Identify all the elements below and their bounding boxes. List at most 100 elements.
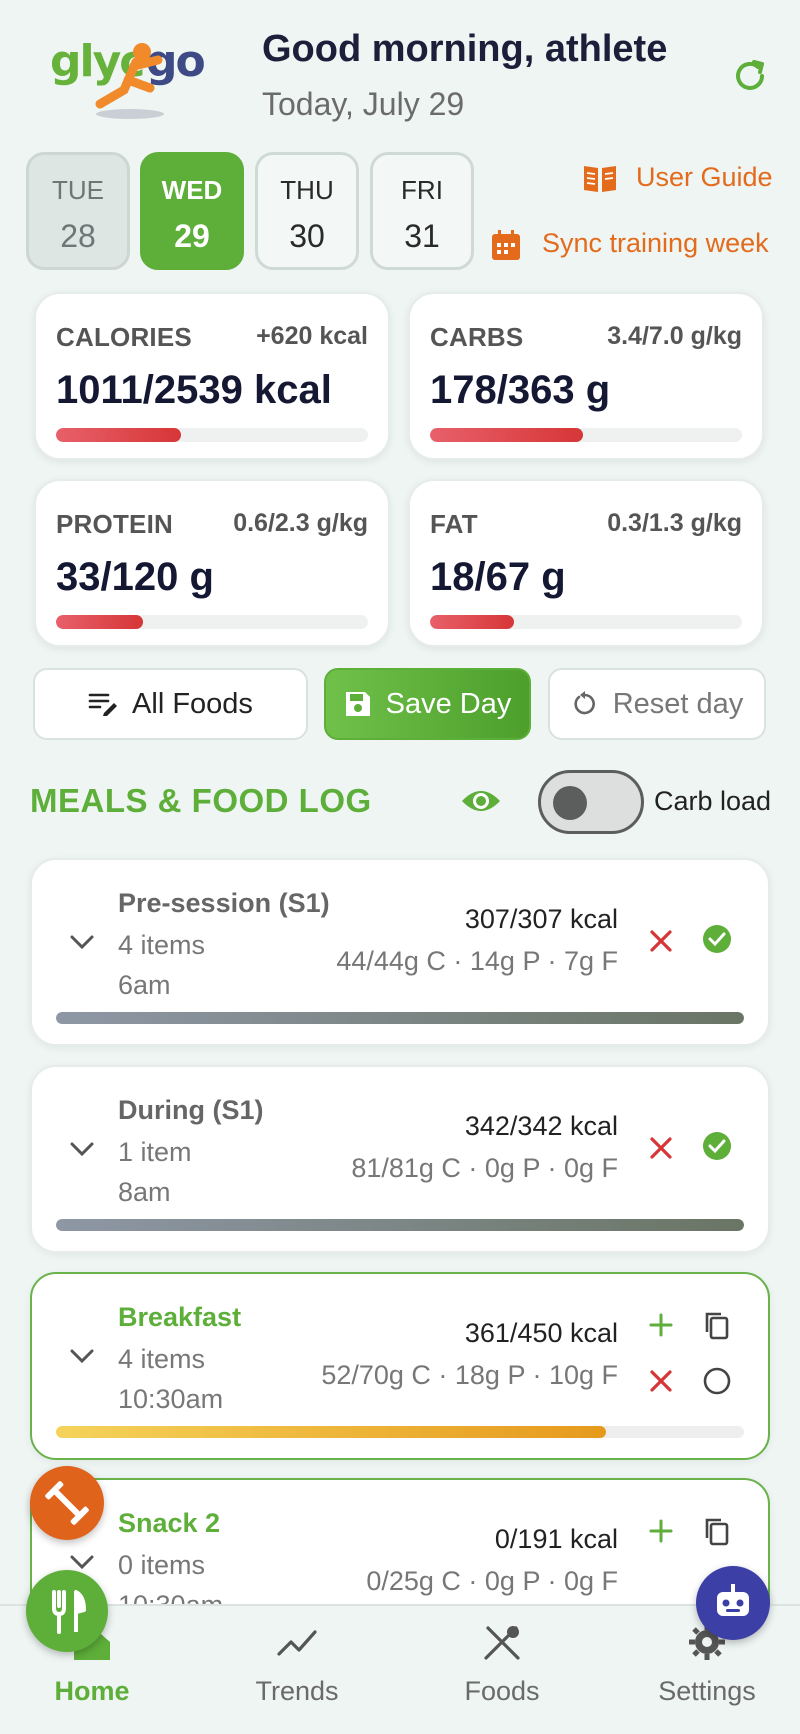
eye-icon[interactable] xyxy=(460,786,502,816)
logo-runner-icon: glyc go xyxy=(50,36,206,119)
refresh-icon[interactable] xyxy=(730,56,770,96)
list-edit-icon xyxy=(88,693,118,716)
stat-ratio: 3.4/7.0 g/kg xyxy=(607,322,742,350)
day-tab-fri[interactable]: FRI 31 xyxy=(370,152,474,270)
meal-kcal: 361/450 kcal xyxy=(464,1318,618,1348)
carb-load-label: Carb load xyxy=(654,786,772,816)
day-tab-thu[interactable]: THU 30 xyxy=(255,152,359,270)
user-guide-link[interactable]: User Guide xyxy=(636,162,773,193)
day-tab-wed[interactable]: WED 29 xyxy=(140,152,244,270)
day-name: FRI xyxy=(401,175,443,205)
day-name: WED xyxy=(161,175,223,205)
progress-fill xyxy=(56,615,144,629)
chevron-down-icon[interactable] xyxy=(68,1346,96,1366)
close-icon[interactable] xyxy=(646,1366,676,1396)
meal-kcal: 307/307 kcal xyxy=(464,904,618,934)
add-food-fab[interactable] xyxy=(26,1570,108,1652)
reset-icon xyxy=(574,691,595,715)
meal-item-count: 1 item xyxy=(118,1137,192,1167)
utensils-crossed-icon xyxy=(484,1626,520,1660)
progress-track xyxy=(430,615,742,629)
chevron-down-icon[interactable] xyxy=(68,1552,96,1572)
chevron-down-icon[interactable] xyxy=(68,1139,96,1159)
day-name: TUE xyxy=(52,175,104,205)
meal-item-count: 0 items xyxy=(118,1550,206,1580)
meal-time: 6am xyxy=(118,970,171,1000)
meal-card-pre-session[interactable]: Pre-session (S1) 4 items 6am 307/307 kca… xyxy=(30,858,770,1046)
day-tab-tue[interactable]: TUE 28 xyxy=(26,152,130,270)
check-circle-icon[interactable] xyxy=(702,924,732,954)
date-subtitle: Today, July 29 xyxy=(262,86,465,122)
assistant-bot-fab[interactable] xyxy=(696,1566,770,1640)
close-icon[interactable] xyxy=(646,1133,676,1163)
stat-label: CALORIES xyxy=(56,322,192,352)
check-circle-icon[interactable] xyxy=(702,1131,732,1161)
close-icon[interactable] xyxy=(646,926,676,956)
meal-name: Snack 2 xyxy=(118,1508,221,1538)
day-number: 28 xyxy=(60,218,96,254)
calories-card: CALORIES +620 kcal 1011/2539 kcal xyxy=(34,292,390,460)
meal-card-breakfast[interactable]: Breakfast 4 items 10:30am 361/450 kcal 5… xyxy=(30,1272,770,1460)
carbs-card: CARBS 3.4/7.0 g/kg 178/363 g xyxy=(408,292,764,460)
plus-icon[interactable] xyxy=(646,1310,676,1340)
meal-kcal: 342/342 kcal xyxy=(464,1111,618,1141)
nav-trends[interactable]: Trends xyxy=(197,1606,397,1707)
day-number: 29 xyxy=(174,218,210,254)
progress-track xyxy=(56,428,368,442)
meal-macros: 0/25g C · 0g P · 0g F xyxy=(366,1566,618,1596)
app-logo: glyc go xyxy=(50,30,222,122)
stat-value: 33/120 g xyxy=(56,555,214,599)
empty-circle-icon[interactable] xyxy=(702,1366,732,1396)
dumbbell-icon xyxy=(45,1481,89,1525)
progress-fill xyxy=(430,615,515,629)
stat-ratio: 0.3/1.3 g/kg xyxy=(607,509,742,537)
stat-ratio: +620 kcal xyxy=(256,322,368,350)
meal-progress-track xyxy=(56,1426,744,1438)
progress-track xyxy=(56,615,368,629)
sync-training-link[interactable]: Sync training week xyxy=(542,228,769,259)
meal-progress-fill xyxy=(56,1012,744,1024)
meals-section-title: MEALS & FOOD LOG xyxy=(30,782,372,819)
meal-name: Pre-session (S1) xyxy=(118,888,330,918)
progress-fill xyxy=(56,428,181,442)
all-foods-label: All Foods xyxy=(132,687,253,720)
protein-card: PROTEIN 0.6/2.3 g/kg 33/120 g xyxy=(34,479,390,647)
stat-value: 18/67 g xyxy=(430,555,566,599)
calendar-icon[interactable] xyxy=(490,228,526,260)
chevron-down-icon[interactable] xyxy=(68,932,96,952)
nav-foods[interactable]: Foods xyxy=(402,1606,602,1707)
fat-card: FAT 0.3/1.3 g/kg 18/67 g xyxy=(408,479,764,647)
nav-label: Home xyxy=(54,1676,130,1706)
fork-knife-icon xyxy=(52,1590,86,1634)
carb-load-toggle[interactable] xyxy=(538,770,644,834)
day-number: 30 xyxy=(289,218,325,254)
trend-line-icon xyxy=(277,1630,317,1656)
meal-time: 8am xyxy=(118,1177,171,1207)
meal-macros: 81/81g C · 0g P · 0g F xyxy=(351,1153,618,1183)
plus-icon[interactable] xyxy=(646,1516,676,1546)
reset-day-button[interactable]: Reset day xyxy=(548,668,766,740)
day-name: THU xyxy=(280,175,334,205)
meal-progress-fill xyxy=(56,1426,607,1438)
progress-fill xyxy=(430,428,583,442)
robot-icon xyxy=(717,1584,749,1616)
copy-icon[interactable] xyxy=(702,1516,732,1546)
stat-value: 178/363 g xyxy=(430,368,611,412)
meal-card-during[interactable]: During (S1) 1 item 8am 342/342 kcal 81/8… xyxy=(30,1065,770,1253)
meal-macros: 44/44g C · 14g P · 7g F xyxy=(336,946,618,976)
all-foods-button[interactable]: All Foods xyxy=(33,668,308,740)
stat-label: FAT xyxy=(430,509,478,539)
stat-value: 1011/2539 kcal xyxy=(56,368,332,412)
meal-item-count: 4 items xyxy=(118,930,206,960)
save-day-button[interactable]: Save Day xyxy=(324,668,531,740)
nav-label: Foods xyxy=(464,1676,540,1706)
meal-kcal: 0/191 kcal xyxy=(494,1524,618,1554)
copy-icon[interactable] xyxy=(702,1310,732,1340)
stat-ratio: 0.6/2.3 g/kg xyxy=(233,509,368,537)
nav-label: Trends xyxy=(255,1676,339,1706)
book-icon[interactable] xyxy=(582,162,618,194)
bottom-navigation: Home Trends Foods Settings xyxy=(0,1604,800,1734)
workout-fab[interactable] xyxy=(30,1466,104,1540)
nav-label: Settings xyxy=(658,1676,756,1706)
meal-item-count: 4 items xyxy=(118,1344,206,1374)
